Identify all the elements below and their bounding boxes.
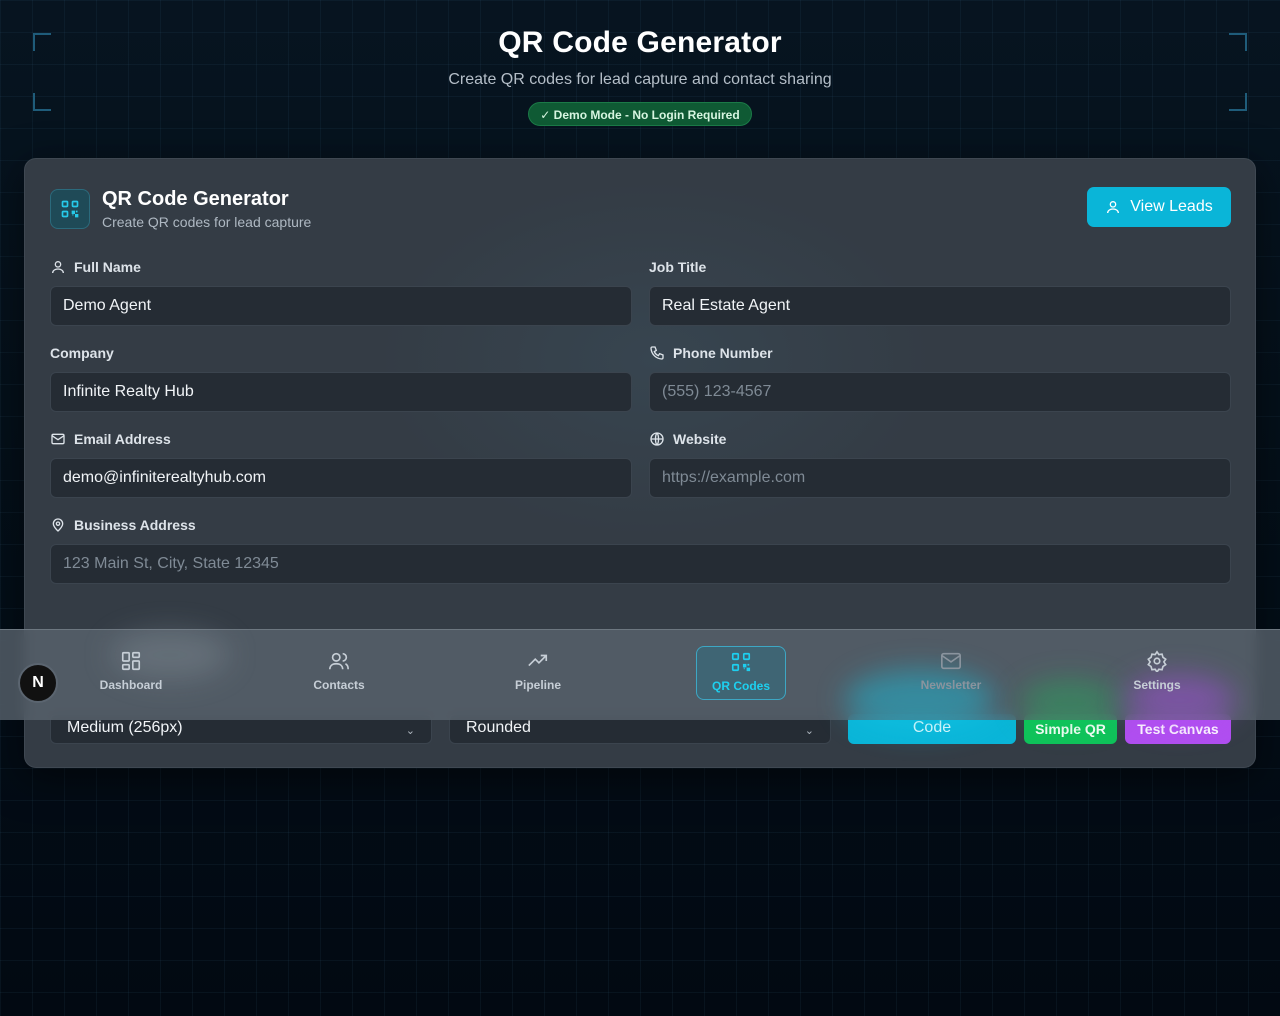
nav-item-dashboard[interactable]: Dashboard (86, 646, 176, 700)
nav-item-newsletter[interactable]: Newsletter (906, 646, 996, 700)
address-label: Business Address (74, 517, 196, 533)
view-leads-button[interactable]: View Leads (1087, 187, 1231, 227)
bottom-navigation: N Dashboard Contacts Pipeline QR Codes N… (0, 629, 1280, 730)
globe-icon (650, 432, 664, 446)
nav-label: Pipeline (514, 678, 561, 692)
address-input[interactable]: 123 Main St, City, State 12345 (50, 544, 1231, 584)
nav-label: Settings (1133, 678, 1181, 692)
website-input[interactable]: https://example.com (649, 458, 1231, 498)
job-title-label: Job Title (649, 259, 707, 275)
company-label: Company (50, 345, 114, 361)
card-subtitle: Create QR codes for lead capture (102, 214, 312, 230)
mail-icon (906, 646, 996, 672)
qr-code-icon (697, 647, 785, 673)
mail-icon (51, 433, 65, 445)
company-input[interactable]: Infinite Realty Hub (50, 372, 632, 412)
nav-label: Newsletter (920, 678, 982, 692)
nav-label: Dashboard (99, 678, 163, 692)
job-title-input[interactable]: Real Estate Agent (649, 286, 1231, 326)
users-icon (294, 646, 384, 672)
size-select-value: Medium (256px) (67, 719, 183, 736)
phone-label: Phone Number (673, 345, 773, 361)
chevron-down-icon: ⌄ (405, 725, 415, 737)
phone-field: Phone Number (555) 123-4567 (649, 344, 1231, 412)
chevron-down-icon: ⌄ (804, 725, 814, 737)
user-icon (52, 261, 64, 274)
nav-item-contacts[interactable]: Contacts (294, 646, 384, 700)
company-field: Company Infinite Realty Hub (50, 344, 632, 412)
nav-item-pipeline[interactable]: Pipeline (493, 646, 583, 700)
next-badge[interactable]: N (18, 663, 58, 703)
website-field: Website https://example.com (649, 430, 1231, 498)
user-icon (1107, 201, 1120, 214)
email-input[interactable]: demo@infiniterealtyhub.com (50, 458, 632, 498)
style-select-value: Rounded (466, 719, 531, 736)
map-pin-icon (52, 518, 64, 532)
qr-code-icon (50, 189, 90, 229)
card-header: QR Code Generator Create QR codes for le… (50, 187, 311, 231)
nav-label: Contacts (313, 678, 365, 692)
full-name-field: Full Name Demo Agent (50, 258, 632, 326)
page-header: QR Code Generator Create QR codes for le… (0, 24, 1280, 126)
website-label: Website (673, 431, 727, 447)
email-field: Email Address demo@infiniterealtyhub.com (50, 430, 632, 498)
email-label: Email Address (74, 431, 171, 447)
full-name-label: Full Name (74, 259, 141, 275)
phone-input[interactable]: (555) 123-4567 (649, 372, 1231, 412)
address-field: Business Address 123 Main St, City, Stat… (50, 516, 1231, 584)
page-title: QR Code Generator (498, 26, 782, 59)
nav-item-settings[interactable]: Settings (1112, 646, 1202, 700)
phone-icon (650, 346, 664, 360)
nav-item-qr-codes[interactable]: QR Codes (696, 646, 786, 700)
full-name-input[interactable]: Demo Agent (50, 286, 632, 326)
demo-mode-badge: ✓ Demo Mode - No Login Required (528, 102, 752, 126)
gear-icon (1112, 646, 1202, 672)
job-title-field: Job Title Real Estate Agent (649, 258, 1231, 326)
trending-up-icon (493, 646, 583, 672)
nav-label: QR Codes (711, 679, 770, 693)
view-leads-label: View Leads (1130, 198, 1213, 215)
card-title: QR Code Generator (102, 188, 289, 210)
page-subtitle: Create QR codes for lead capture and con… (448, 71, 832, 88)
grid-icon (86, 646, 176, 672)
